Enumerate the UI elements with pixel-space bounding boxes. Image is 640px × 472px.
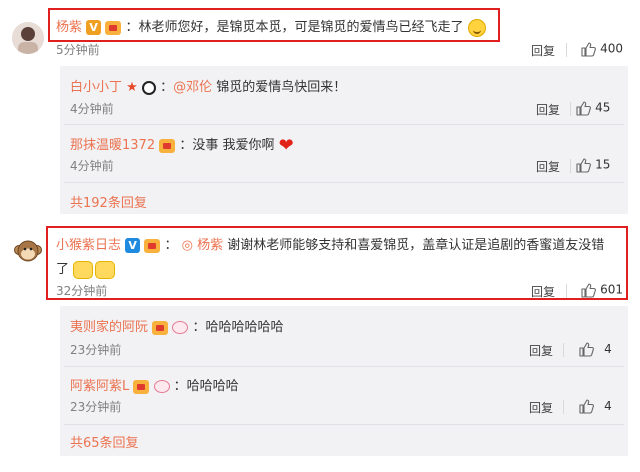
reply-2-header: 那抹温暖1372 ：没事 我爱你啊 ❤ [70,134,294,156]
like-button[interactable]: 45 [575,100,610,116]
divider [64,366,624,367]
reply-button[interactable]: 回复 [536,101,560,118]
thumbs-up-icon [578,341,594,357]
username[interactable]: 阿紫阿紫L [70,379,129,394]
vip-crown-icon [144,238,161,253]
divider [563,343,564,357]
like-button[interactable]: 601 [580,282,623,298]
vip-crown-icon [133,379,150,394]
mention-link[interactable]: @邓伦 [173,80,212,95]
like-count: 15 [595,157,611,172]
more-replies-link[interactable]: 共192条回复 [70,192,147,211]
reply-1-header: 白小小丁 ★ ：@邓伦 锦觅的爱情鸟快回来！ [70,80,347,95]
timestamp: 32分钟前 [56,284,108,298]
timestamp: 23分钟前 [70,343,122,357]
thumbs-up-icon [575,157,591,173]
verified-badge: V [125,238,141,253]
like-button[interactable]: 4 [578,398,612,414]
reply-button[interactable]: 回复 [531,283,555,300]
divider [566,43,567,57]
comment-text: ：林老师您好，是锦觅本觅，可是锦觅的爱情鸟已经飞走了 [125,20,464,35]
divider [64,124,624,125]
like-count: 400 [600,41,624,56]
username[interactable]: 杨紫 [56,20,82,35]
comment-text-line1: 谢谢林老师能够支持和喜爱锦觅，盖章认证是追剧的香蜜道友没错 [227,238,605,253]
monkey-avatar-image [12,236,44,268]
avatar-image [12,22,44,54]
mention-link[interactable]: 杨紫 [197,238,223,253]
like-button[interactable]: 15 [575,157,610,173]
reply-text: ：没事 我爱你啊 [179,138,275,153]
smile-emoji [467,18,486,37]
timestamp: 23分钟前 [70,400,122,414]
divider [563,400,564,414]
timestamp: 5分钟前 [56,43,100,57]
like-count: 601 [600,282,624,297]
like-count: 45 [595,100,611,115]
reply-4-header: 阿紫阿紫L ：哈哈哈哈 [70,375,239,394]
thumbs-up-icon [575,100,591,116]
reply-text: ：哈哈哈哈 [173,379,239,394]
username[interactable]: 夷则家的阿阮 [70,320,148,335]
thumbs-up-icon [580,41,596,57]
star-icon: ★ [126,80,138,95]
timestamp: 4分钟前 [70,102,114,116]
emoji [95,260,116,279]
vip-crown-icon [152,320,169,335]
eye-icon: ◎ [181,238,193,253]
username[interactable]: 白小小丁 [70,80,122,95]
heart-emoji: ❤ [278,135,294,156]
comment-2-header: 小猴紫日志 V ： ◎ 杨紫 谢谢林老师能够支持和喜爱锦觅，盖章认证是追剧的香蜜… [56,238,605,253]
pig-icon [153,380,170,393]
pig-icon [172,321,189,334]
username[interactable]: 小猴紫日志 [56,238,121,253]
vip-crown-icon [159,138,176,153]
reply-button[interactable]: 回复 [536,158,560,175]
comment-1-header: 杨紫 V ：林老师您好，是锦觅本觅，可是锦觅的爱情鸟已经飞走了 [56,16,486,37]
divider [64,182,624,183]
verified-badge: V [86,20,102,35]
comment-text-line2: 了 [56,262,70,277]
reply-3-header: 夷则家的阿阮 ：哈哈哈哈哈哈 [70,320,284,335]
like-count: 4 [604,341,612,356]
reply-button[interactable]: 回复 [529,399,553,416]
vip-crown-icon [105,20,122,35]
divider [64,424,624,425]
avatar[interactable] [12,22,44,54]
reply-button[interactable]: 回复 [531,42,555,59]
panda-icon [141,80,156,95]
reply-button[interactable]: 回复 [529,342,553,359]
like-button[interactable]: 400 [580,41,623,57]
divider [566,284,567,298]
like-count: 4 [604,398,612,413]
divider [570,159,571,173]
thumbs-up-icon [580,282,596,298]
thumbs-up-icon [578,398,594,414]
more-replies-link[interactable]: 共65条回复 [70,432,139,451]
emoji [73,260,94,279]
username[interactable]: 那抹温暖1372 [70,138,155,153]
reply-text: 哈哈哈哈哈哈 [205,320,284,335]
reply-text: 锦觅的爱情鸟快回来！ [216,80,347,95]
comment-2-line2: 了 [56,258,117,279]
like-button[interactable]: 4 [578,341,612,357]
timestamp: 4分钟前 [70,159,114,173]
divider [570,102,571,116]
avatar[interactable] [12,236,44,268]
